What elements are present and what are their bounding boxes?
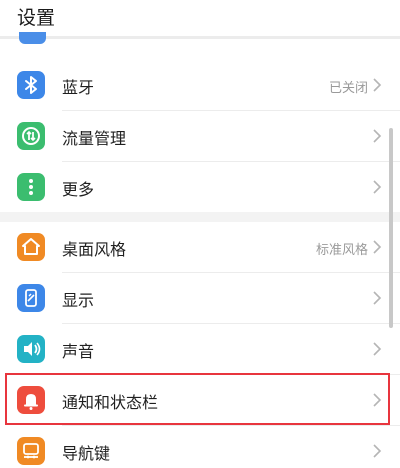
header-divider [0, 36, 400, 39]
page-title: 设置 [17, 7, 56, 29]
settings-row-label: 桌面风格 [62, 240, 127, 259]
display-icon [17, 284, 45, 312]
settings-row-sound[interactable]: 声音 [0, 324, 400, 374]
chevron-right-icon [373, 291, 382, 305]
settings-row-value: 标准风格 [315, 243, 368, 258]
chevron-right-icon [373, 240, 382, 254]
settings-row-navigation-key[interactable]: 导航键 [0, 426, 400, 468]
chevron-right-icon [373, 444, 382, 458]
partial-hidden-icon [19, 32, 46, 44]
settings-row-value: 已关闭 [328, 81, 368, 96]
settings-row-traffic[interactable]: 流量管理 [0, 111, 400, 161]
settings-row-desktop-style[interactable]: 桌面风格 标准风格 [0, 222, 400, 272]
settings-row-label: 蓝牙 [62, 78, 95, 97]
highlight-box [5, 373, 390, 425]
settings-row-label: 更多 [62, 180, 95, 199]
chevron-right-icon [373, 129, 382, 143]
traffic-management-icon [17, 122, 45, 150]
settings-row-label: 流量管理 [62, 129, 127, 148]
group-separator [0, 212, 400, 222]
chevron-right-icon [373, 78, 382, 92]
chevron-right-icon [373, 180, 382, 194]
settings-row-label: 显示 [62, 291, 95, 310]
navigation-key-icon [17, 437, 45, 465]
settings-row-more[interactable]: 更多 [0, 162, 400, 212]
settings-row-label: 导航键 [62, 444, 111, 463]
bluetooth-icon [17, 71, 45, 99]
settings-row-label: 声音 [62, 342, 95, 361]
header-bar: 设置 [0, 0, 400, 36]
home-icon [17, 233, 45, 261]
scrollbar-thumb[interactable] [389, 128, 393, 328]
speaker-icon [17, 335, 45, 363]
settings-row-bluetooth[interactable]: 蓝牙 已关闭 [0, 60, 400, 110]
more-dots-icon [17, 173, 45, 201]
chevron-right-icon [373, 342, 382, 356]
settings-row-display[interactable]: 显示 [0, 273, 400, 323]
